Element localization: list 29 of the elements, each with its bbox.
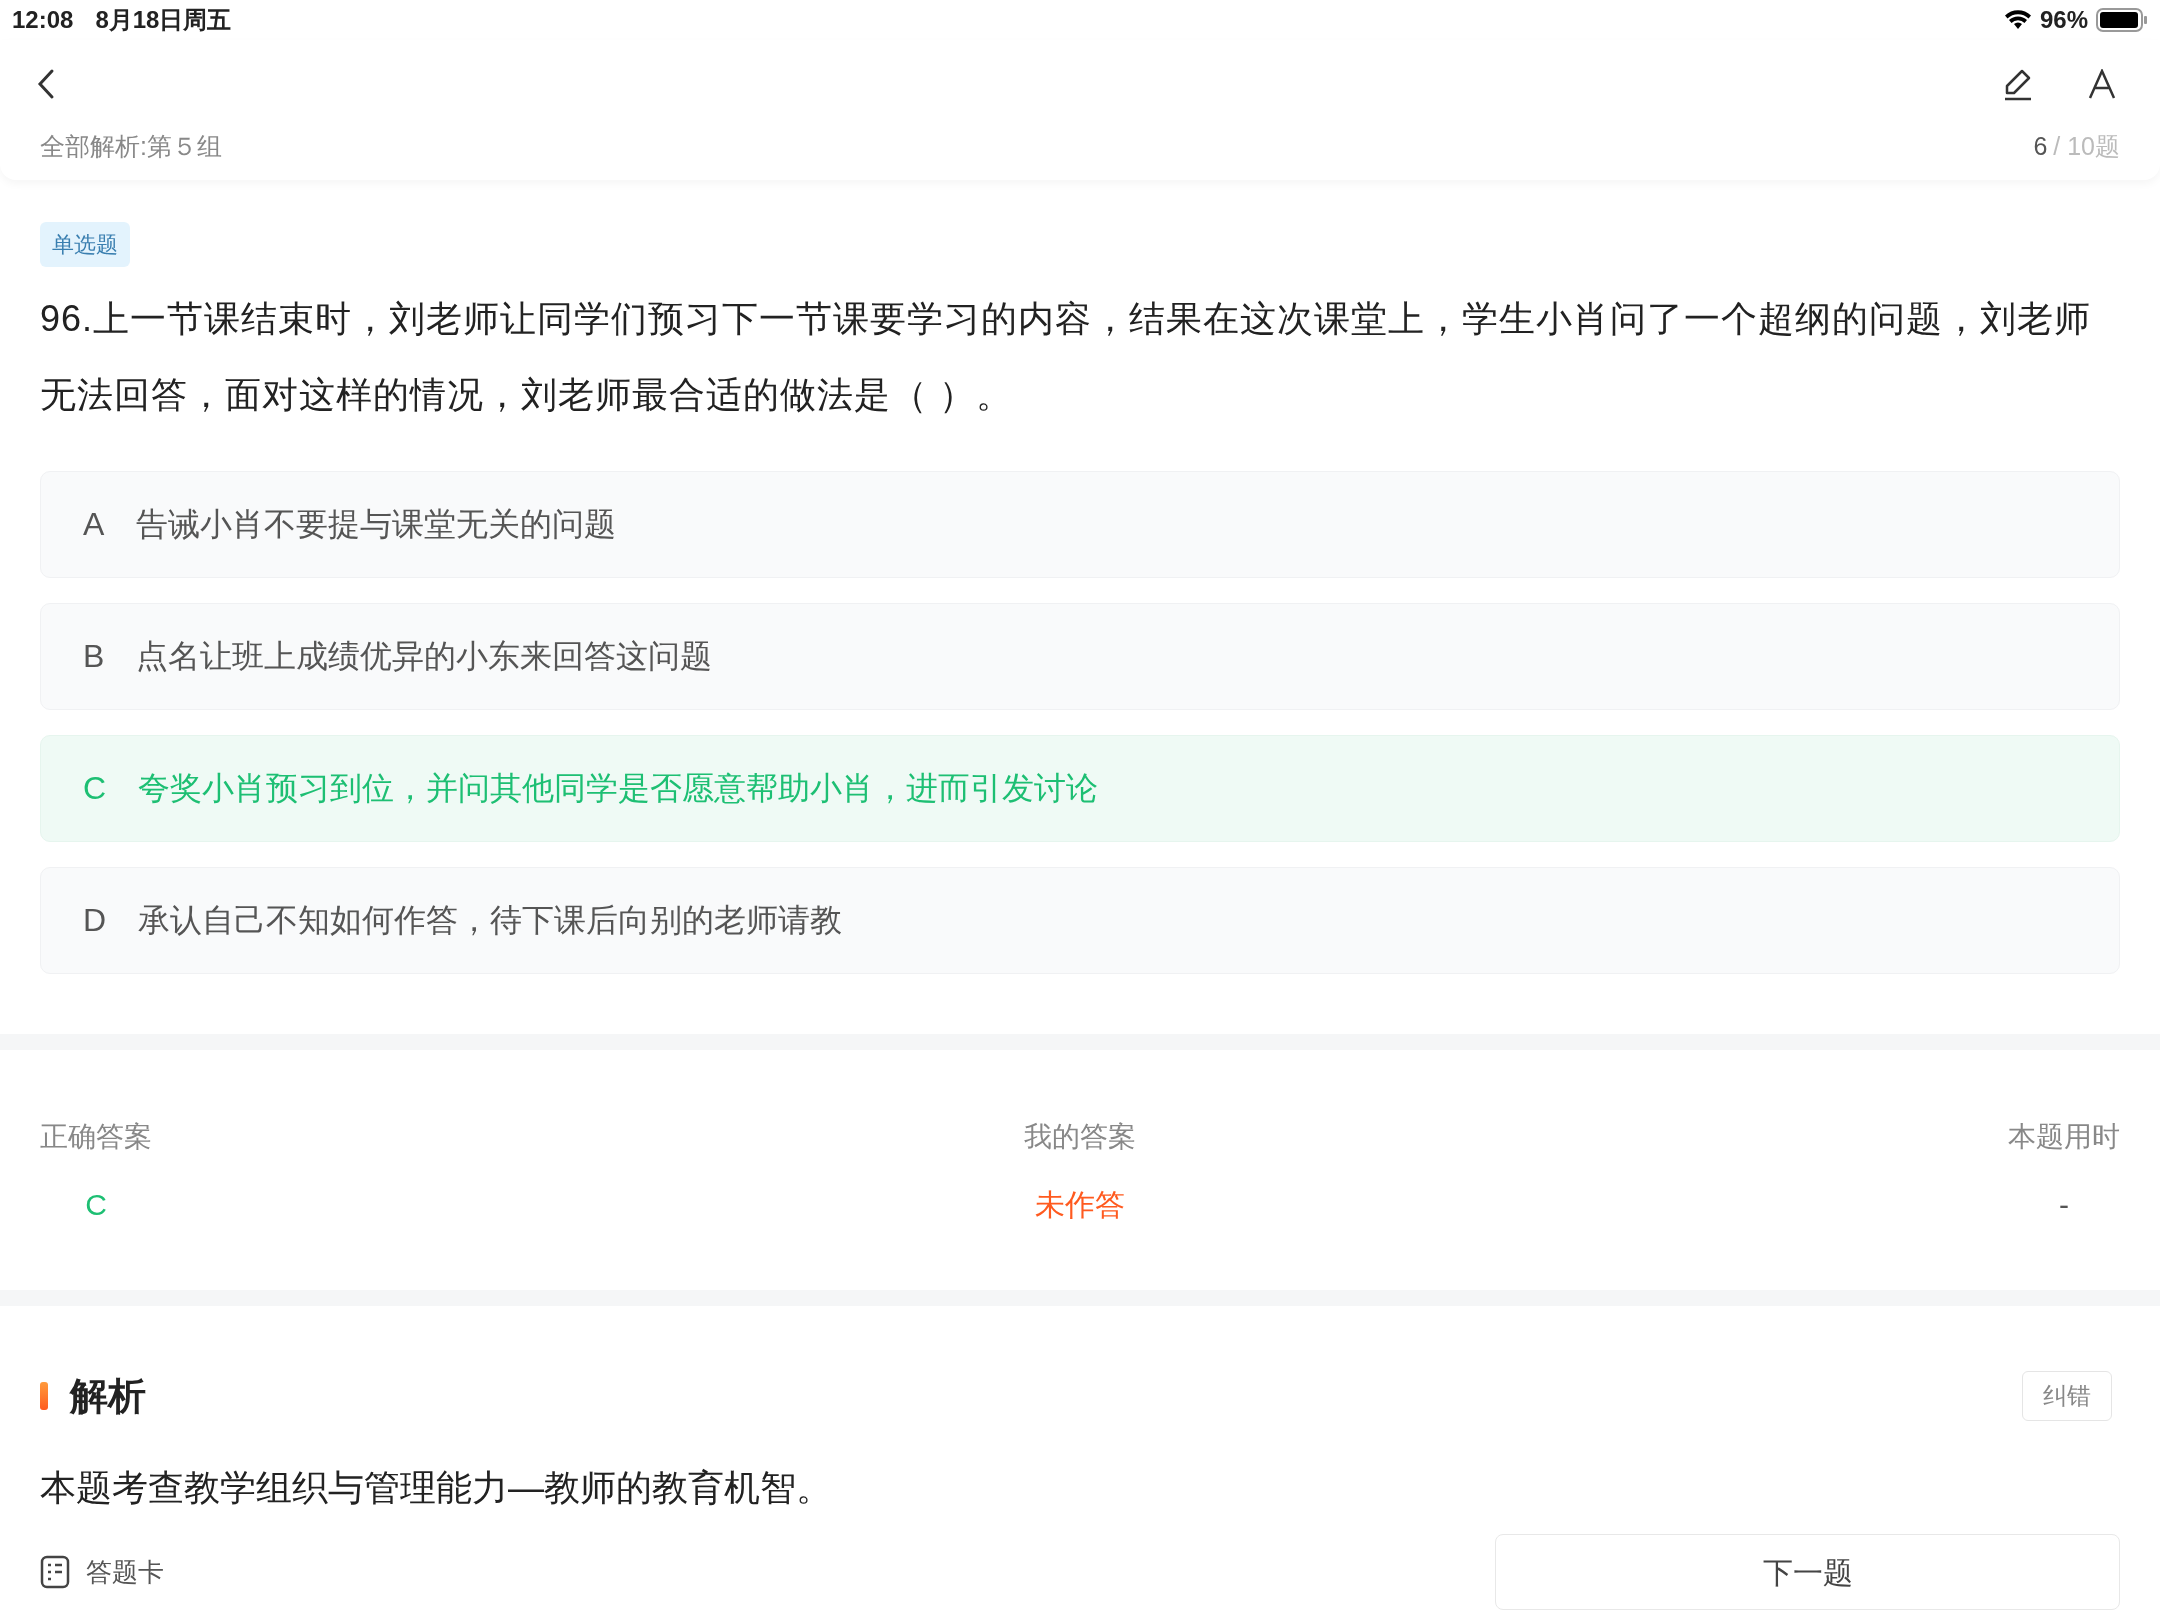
report-error-button[interactable]: 纠错 bbox=[2022, 1371, 2112, 1421]
answer-value: - bbox=[2059, 1186, 2069, 1223]
answer-label: 我的答案 bbox=[1024, 1119, 1136, 1154]
analysis-text: 本题考查教学组织与管理能力—教师的教育机智。 bbox=[40, 1465, 833, 1510]
question-type-tag: 单选题 bbox=[40, 221, 130, 267]
answer-value: 未作答 bbox=[1035, 1186, 1125, 1223]
answer-label: 正确答案 bbox=[40, 1119, 152, 1154]
section-title: 解析 bbox=[70, 1373, 146, 1419]
answer-value: C bbox=[85, 1186, 107, 1223]
answer-option[interactable]: D 承认自己不知如何作答，待下课后向别的老师请教 bbox=[40, 866, 2120, 974]
battery-icon bbox=[2096, 8, 2148, 32]
answer-label: 本题用时 bbox=[2008, 1119, 2120, 1154]
answer-card-icon bbox=[40, 1555, 70, 1589]
answer-option[interactable]: A 告诫小肖不要提与课堂无关的问题 bbox=[40, 470, 2120, 578]
progress-current: 6 bbox=[2033, 131, 2048, 162]
progress-total: / 10题 bbox=[2053, 131, 2120, 162]
back-icon[interactable] bbox=[36, 68, 56, 100]
next-question-button[interactable]: 下一题 bbox=[1495, 1534, 2120, 1610]
answer-card-button[interactable]: 答题卡 bbox=[40, 1552, 164, 1592]
section-marker bbox=[40, 1382, 48, 1410]
wifi-icon bbox=[2003, 9, 2032, 31]
answer-option[interactable]: B 点名让班上成绩优异的小东来回答这问题 bbox=[40, 602, 2120, 710]
pen-icon[interactable] bbox=[2002, 67, 2034, 101]
battery-percentage: 96% bbox=[2039, 5, 2088, 35]
font-size-icon[interactable] bbox=[2088, 69, 2116, 99]
question-text: 96.上一节课结束时，刘老师让同学们预习下一节课要学习的内容，结果在这次课堂上，学生小肖问了一个超纲的问题，刘老师无法回答，面对这样的情况，刘老师最合适的做法是（ ）。 bbox=[40, 296, 2093, 417]
status-date: 8月18日周五 bbox=[95, 5, 232, 35]
breadcrumb: 全部解析:第５组 bbox=[40, 131, 222, 162]
status-time: 12:08 bbox=[12, 5, 74, 35]
